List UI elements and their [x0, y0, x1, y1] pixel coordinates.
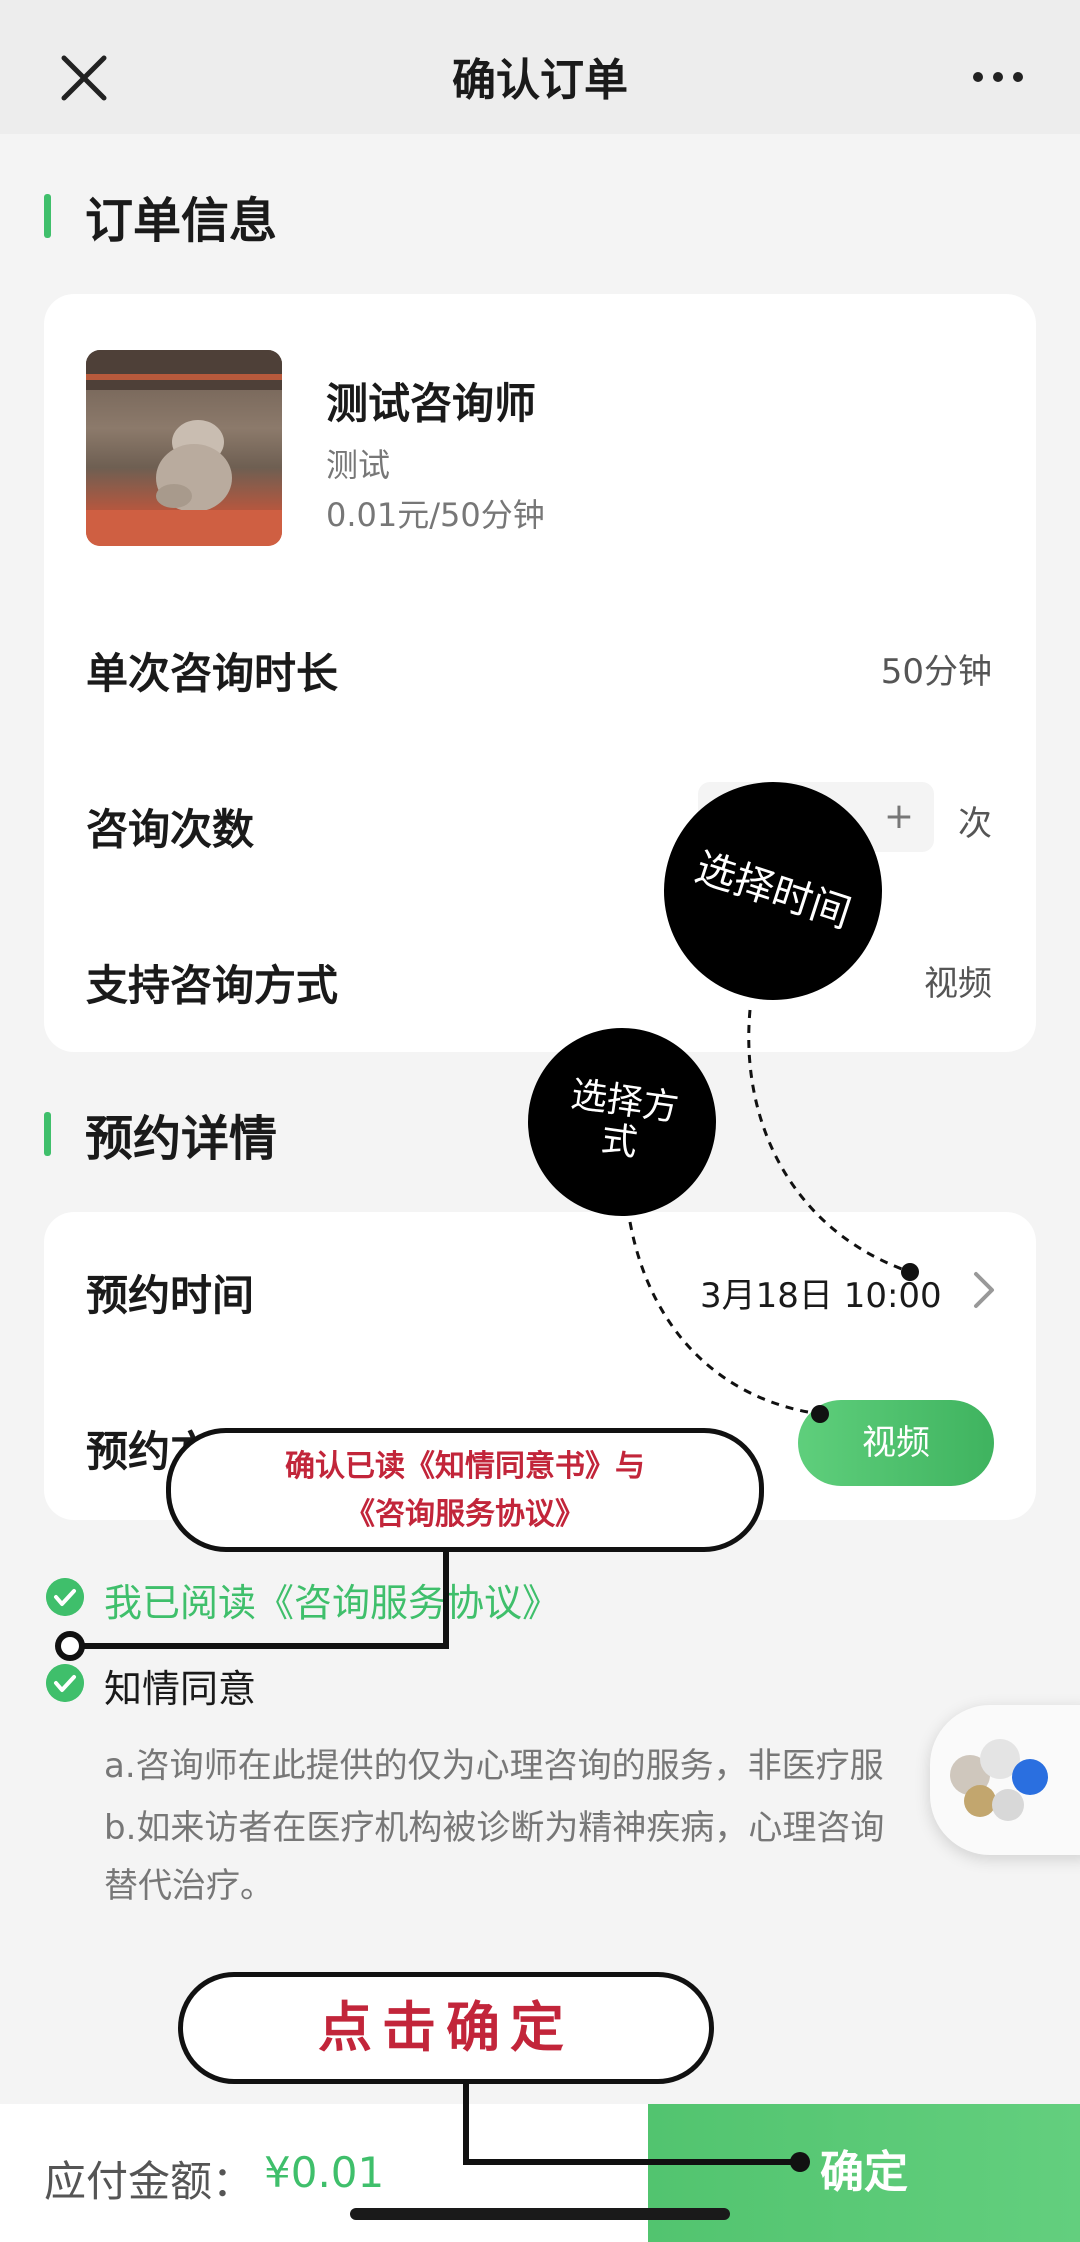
annotation-confirm-read: 确认已读《知情同意书》与 《咨询服务协议》 — [166, 1428, 764, 1552]
annotation-confirm-read-line2: 《咨询服务协议》 — [345, 1497, 585, 1532]
annotation-click-confirm: 点击确定 — [178, 1972, 714, 2084]
annotation-confirm-read-line1: 确认已读《知情同意书》与 — [285, 1449, 645, 1484]
